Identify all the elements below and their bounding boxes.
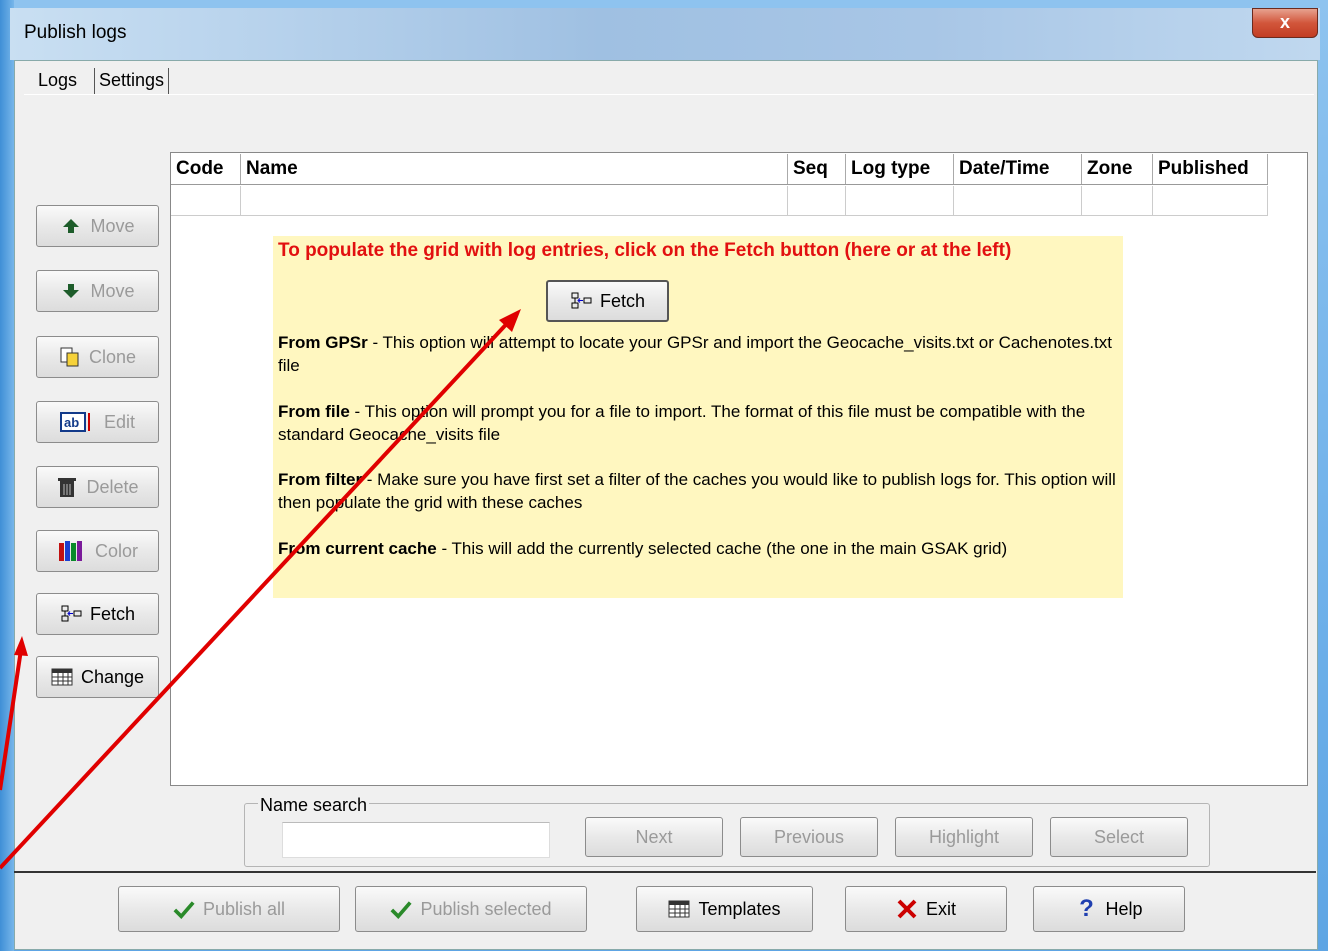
arrow-to-fetch-inline xyxy=(0,314,516,870)
arrow-to-fetch-side xyxy=(0,642,24,791)
arrowhead xyxy=(14,636,28,656)
annotation-arrows xyxy=(0,309,521,870)
